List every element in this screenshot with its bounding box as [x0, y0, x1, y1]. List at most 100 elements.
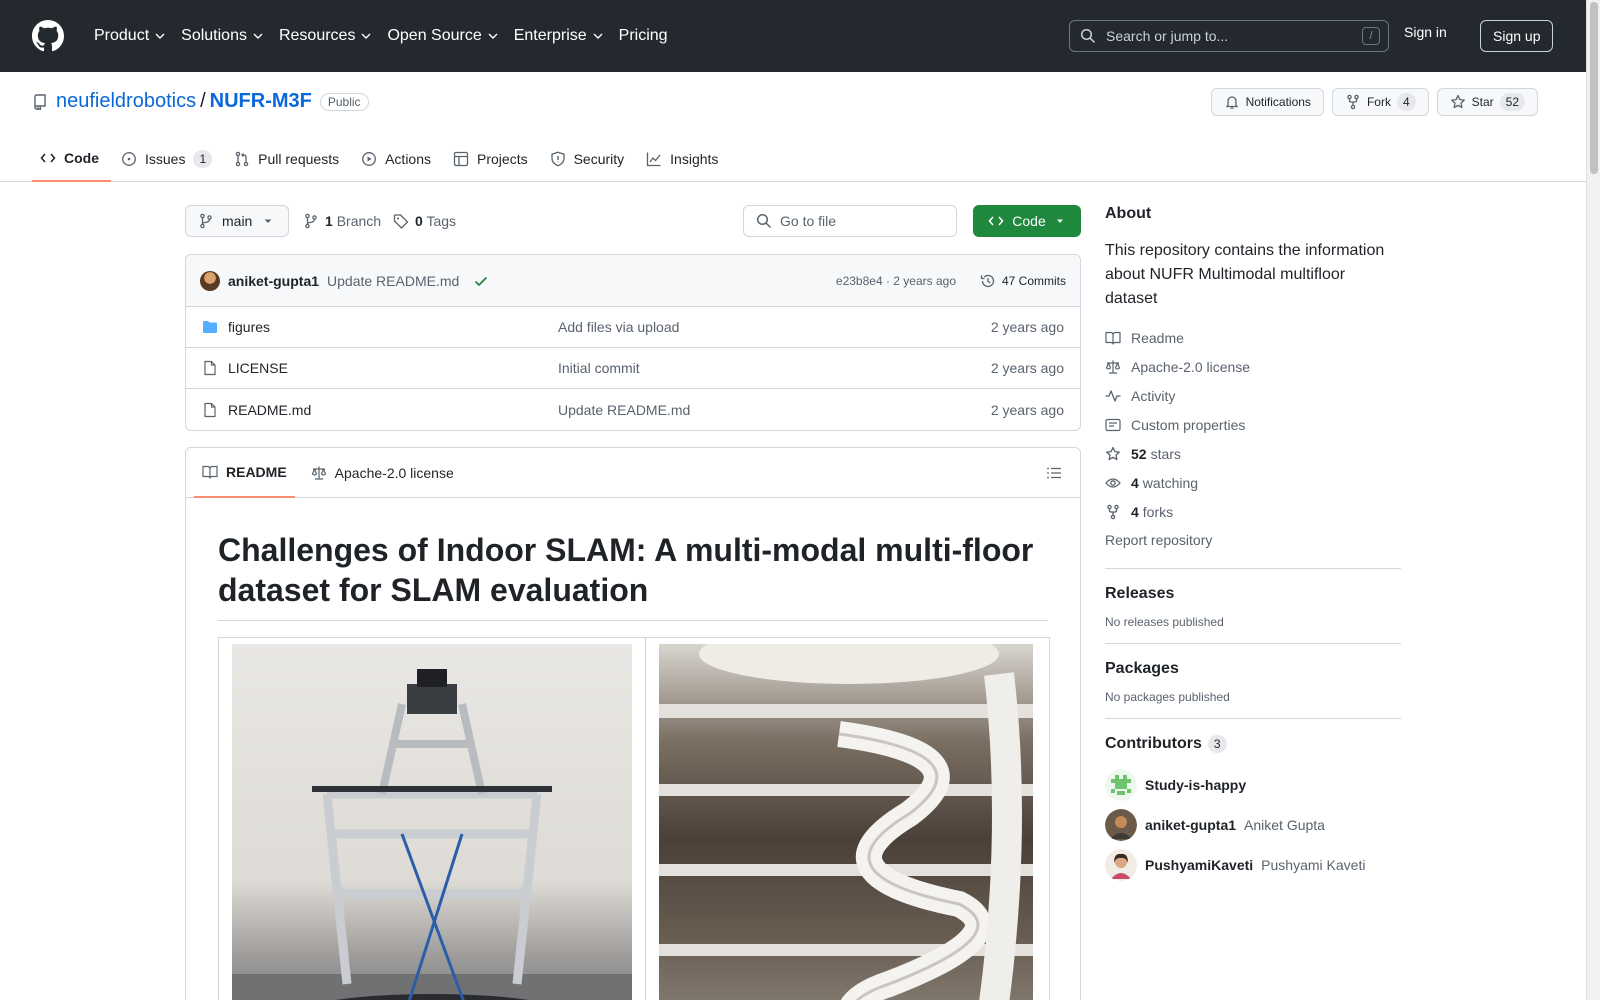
code-icon: [988, 216, 1004, 226]
contributor-item[interactable]: aniket-gupta1 Aniket Gupta: [1105, 805, 1401, 845]
signin-link[interactable]: Sign in: [1404, 24, 1447, 40]
file-row[interactable]: figures Add files via upload 2 years ago: [186, 307, 1080, 348]
about-description: This repository contains the information…: [1105, 242, 1385, 307]
code-dropdown-button[interactable]: Code: [973, 205, 1081, 237]
nav-product[interactable]: Product: [86, 20, 173, 52]
tags-link[interactable]: 0 Tags: [415, 213, 456, 229]
forks-link[interactable]: 4 forks: [1105, 497, 1401, 526]
star-button[interactable]: Star 52: [1436, 88, 1538, 116]
file-browser: aniket-gupta1 Update README.md e23b8e4 ·…: [185, 254, 1081, 431]
report-repository-link[interactable]: Report repository: [1105, 526, 1401, 554]
readme-link[interactable]: Readme: [1105, 323, 1401, 352]
contributors-label: Contributors: [1105, 735, 1202, 753]
nav-open-source[interactable]: Open Source: [379, 20, 505, 52]
commit-author-link[interactable]: aniket-gupta1: [228, 273, 319, 289]
file-name-link[interactable]: figures: [228, 319, 558, 335]
book-icon: [1105, 331, 1121, 345]
issues-count: 1: [193, 150, 213, 168]
file-name-link[interactable]: README.md: [228, 402, 558, 418]
branch-select[interactable]: main: [185, 205, 290, 237]
global-header: Product Solutions Resources Open Source …: [0, 0, 1600, 72]
tab-code[interactable]: Code: [32, 136, 111, 182]
signup-button[interactable]: Sign up: [1480, 20, 1554, 52]
tab-readme[interactable]: README: [194, 448, 295, 498]
packages-heading[interactable]: Packages: [1105, 660, 1401, 678]
nav-resources[interactable]: Resources: [271, 20, 379, 52]
search-input[interactable]: Search or jump to... /: [1069, 20, 1389, 52]
code-icon: [40, 153, 56, 163]
robot-rig-photo[interactable]: [232, 644, 632, 1000]
releases-heading[interactable]: Releases: [1105, 585, 1401, 603]
table-of-contents-button[interactable]: [1042, 461, 1066, 485]
tab-projects[interactable]: Projects: [445, 136, 540, 182]
tab-label: Projects: [477, 151, 528, 167]
avatar[interactable]: [200, 270, 220, 291]
stars-link[interactable]: 52 stars: [1105, 439, 1401, 468]
activity-label: Activity: [1131, 387, 1176, 404]
scrollbar-thumb[interactable]: [1590, 2, 1598, 174]
readme-title: Challenges of Indoor SLAM: A multi-modal…: [218, 530, 1048, 621]
activity-link[interactable]: Activity: [1105, 381, 1401, 410]
search-placeholder: Search or jump to...: [1106, 28, 1229, 44]
custom-properties-link[interactable]: Custom properties: [1105, 410, 1401, 439]
law-icon: [311, 466, 326, 480]
stars-label: stars: [1150, 445, 1181, 462]
packages-empty: No packages published: [1105, 690, 1230, 704]
star-icon: [1106, 446, 1120, 460]
contributor-item[interactable]: PushyamiKaveti Pushyami Kaveti: [1105, 845, 1401, 885]
pulse-icon: [1105, 389, 1121, 402]
commits-link[interactable]: 47 Commits: [980, 273, 1066, 289]
shield-icon: [550, 151, 565, 167]
watching-link[interactable]: 4 watching: [1105, 468, 1401, 497]
repo-name-link[interactable]: NUFR-M3F: [210, 90, 312, 113]
pull-request-icon: [235, 151, 249, 167]
branch-icon: [305, 213, 317, 229]
file-name-link[interactable]: LICENSE: [228, 360, 558, 376]
contributor-item[interactable]: Study-is-happy: [1105, 765, 1401, 805]
contributors-heading[interactable]: Contributors 3: [1105, 735, 1401, 753]
file-commit-message[interactable]: Initial commit: [558, 360, 640, 376]
nav-solutions[interactable]: Solutions: [173, 20, 271, 52]
tab-pull-requests[interactable]: Pull requests: [226, 136, 351, 182]
branches-link[interactable]: 1 Branch: [325, 213, 381, 229]
tab-label: Pull requests: [258, 151, 340, 167]
github-logo-icon[interactable]: [32, 20, 64, 52]
go-to-file-input[interactable]: Go to file: [743, 205, 957, 237]
commit-message-link[interactable]: Update README.md: [327, 273, 459, 289]
repo-owner-link[interactable]: neufieldrobotics: [56, 90, 196, 113]
file-icon: [204, 402, 216, 417]
license-link[interactable]: Apache-2.0 license: [1105, 352, 1401, 381]
tab-license[interactable]: Apache-2.0 license: [303, 448, 462, 498]
check-icon[interactable]: [473, 273, 489, 289]
tab-issues[interactable]: Issues 1: [113, 136, 224, 182]
nav-label: Pricing: [618, 27, 668, 44]
file-row[interactable]: README.md Update README.md 2 years ago: [186, 389, 1080, 430]
search-icon: [1080, 28, 1096, 44]
notifications-button[interactable]: Notifications: [1210, 88, 1324, 116]
contributor-login: aniket-gupta1: [1145, 817, 1237, 834]
readme-label: Readme: [1131, 329, 1184, 346]
atrium-photo[interactable]: [659, 644, 1033, 1000]
nav-enterprise[interactable]: Enterprise: [506, 20, 611, 52]
contributor-login: PushyamiKaveti: [1145, 857, 1254, 874]
tab-label: Code: [64, 150, 99, 166]
tag-label: Tags: [426, 213, 457, 229]
file-row[interactable]: LICENSE Initial commit 2 years ago: [186, 348, 1080, 389]
tab-actions[interactable]: Actions: [353, 136, 443, 182]
avatar: [1105, 849, 1137, 882]
readme-tabs: README Apache-2.0 license: [186, 448, 1080, 498]
tab-security[interactable]: Security: [542, 136, 637, 182]
tab-insights[interactable]: Insights: [638, 136, 730, 182]
readme-body: Challenges of Indoor SLAM: A multi-modal…: [186, 498, 1080, 1000]
image-cell: [646, 638, 1046, 1000]
file-commit-message[interactable]: Update README.md: [558, 402, 690, 418]
page-scrollbar[interactable]: [1586, 0, 1600, 1000]
commit-meta[interactable]: e23b8e4 · 2 years ago: [836, 274, 956, 288]
nav-pricing[interactable]: Pricing: [611, 20, 676, 52]
fork-icon: [1107, 504, 1119, 519]
commits-label: 47 Commits: [1001, 273, 1066, 288]
divider: [1105, 568, 1401, 569]
fork-label: Fork: [1366, 95, 1391, 109]
fork-button[interactable]: Fork 4: [1331, 88, 1429, 116]
file-commit-message[interactable]: Add files via upload: [558, 319, 679, 335]
